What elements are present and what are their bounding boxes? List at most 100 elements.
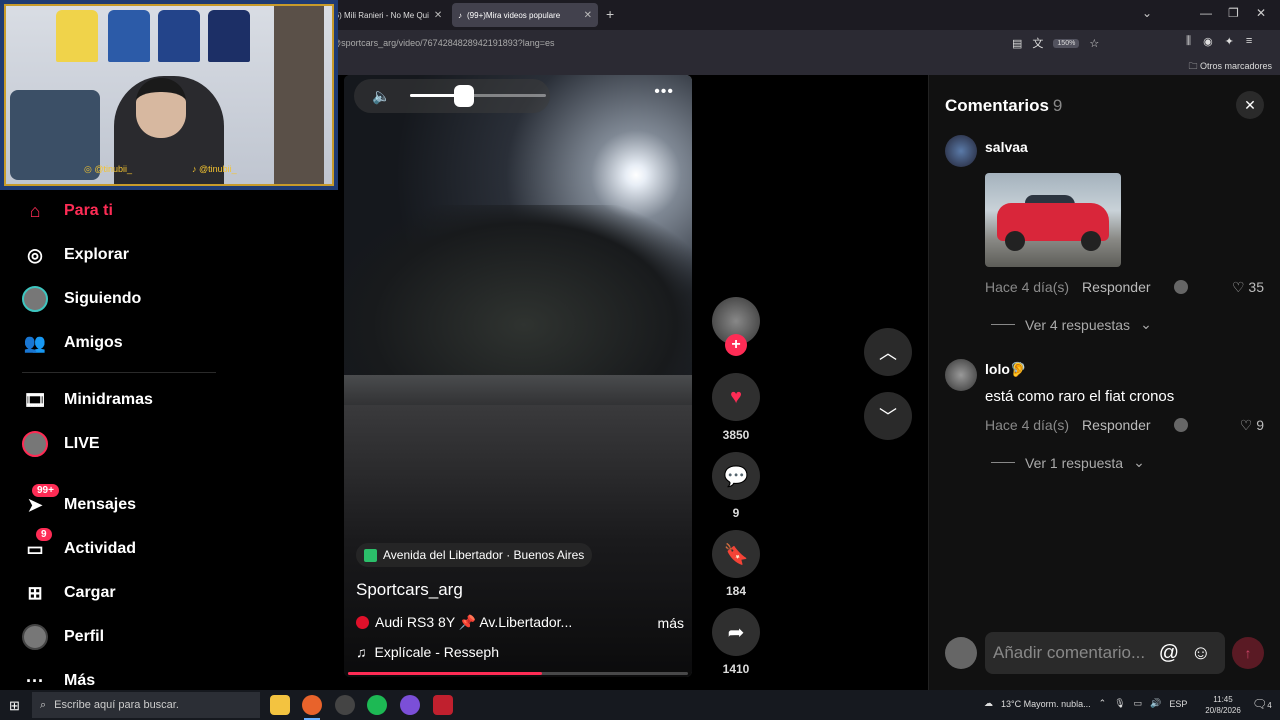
video-author[interactable]: Sportcars_arg [356, 580, 463, 600]
weather-icon: ☁ [984, 698, 993, 708]
menu-icon[interactable]: ≡ [1246, 35, 1252, 48]
voicemeeter-icon[interactable] [433, 695, 453, 715]
more-caption-button[interactable]: más [658, 615, 684, 631]
messages-icon: ➤ 99+ [22, 484, 59, 518]
firefox-icon[interactable] [302, 695, 322, 720]
obs-icon[interactable] [335, 695, 355, 715]
sidebar-item-label: Actividad [64, 540, 137, 557]
bookmarks-folder-label: Otros marcadores [1199, 61, 1272, 71]
film-icon: 🎞 [23, 389, 47, 410]
comment-input[interactable]: Añadir comentario... @ ☺ [985, 632, 1225, 674]
previous-video-button[interactable]: ︿ [864, 328, 912, 376]
language-indicator[interactable]: ESP [1169, 699, 1187, 709]
close-comments-button[interactable]: ✕ [1236, 91, 1264, 119]
sidebar-item-cargar[interactable]: ⊞ Cargar [22, 580, 115, 606]
sidebar-item-amigos[interactable]: 👥 Amigos [22, 330, 123, 356]
discord-icon[interactable] [400, 695, 420, 715]
creator-liked-avatar [1173, 418, 1188, 432]
close-tab-icon[interactable]: ✕ [434, 10, 442, 21]
sidebar-item-live[interactable]: LIVE [22, 431, 100, 457]
chevron-up-icon[interactable]: ⌃ [1099, 698, 1107, 709]
video-player[interactable]: 🔈 ••• Avenida del Libertador · Buenos Ai… [344, 75, 692, 677]
browser-tab[interactable]: (6) Mili Ranieri - No Me Qui ✕ [326, 3, 446, 27]
close-tab-icon[interactable]: ✕ [584, 10, 592, 21]
windows-start-icon[interactable]: ⊞ [9, 698, 20, 714]
instagram-handle-text: @tinubii_ [94, 164, 133, 174]
comment-image[interactable] [985, 173, 1121, 267]
taskbar-search[interactable]: ⌕ Escribe aquí para buscar. [32, 692, 260, 718]
sidebar-item-mensajes[interactable]: ➤ 99+ Mensajes [22, 484, 136, 518]
account-icon[interactable]: ◉ [1203, 35, 1213, 48]
commenter-avatar[interactable] [945, 359, 977, 391]
comment-like[interactable]: ♡ 9 [1240, 417, 1264, 434]
list-tabs-icon[interactable]: ⌄ [1142, 6, 1152, 20]
more-options-icon[interactable]: ••• [654, 83, 674, 101]
comment-like-count: 9 [1256, 417, 1264, 433]
sidebar-item-para-ti[interactable]: ⌂ Para ti [22, 198, 113, 224]
comment-count: 9 [732, 506, 740, 520]
send-comment-button[interactable]: ↑ [1232, 637, 1264, 669]
follow-button[interactable]: + [725, 334, 747, 356]
comment-button[interactable]: 💬 [712, 452, 760, 500]
user-avatar [945, 637, 977, 669]
close-window-icon[interactable]: ✕ [1256, 6, 1266, 20]
microphone-icon[interactable]: 🎙 [1114, 698, 1125, 709]
volume-knob[interactable] [454, 85, 475, 107]
file-explorer-icon[interactable] [270, 695, 290, 715]
view-replies-button[interactable]: Ver 4 respuestas ⌄ [991, 316, 1152, 333]
sidebar-item-label: Siguiendo [64, 290, 142, 307]
comment-text: está como raro el fiat cronos [985, 388, 1175, 405]
share-button[interactable]: ➦ [712, 608, 760, 656]
taskbar-clock[interactable]: 11:45 20/8/2026 [1200, 694, 1246, 716]
new-tab-icon[interactable]: + [606, 6, 614, 22]
like-button[interactable]: ♥ [712, 373, 760, 421]
other-bookmarks-folder[interactable]: 🗀 Otros marcadores [1188, 59, 1272, 75]
save-button[interactable]: 🔖 [712, 530, 760, 578]
music-info[interactable]: ♫ Explícale - Resseph [356, 644, 499, 660]
minimize-icon[interactable]: — [1200, 6, 1212, 20]
live-icon [22, 431, 48, 457]
sidebar-item-perfil[interactable]: Perfil [22, 624, 104, 650]
reply-button[interactable]: Responder [1082, 417, 1151, 433]
sidebar-item-minidramas[interactable]: 🎞 Minidramas [22, 387, 153, 413]
translate-icon[interactable]: 文 [1032, 35, 1043, 51]
notifications-icon[interactable]: 🗨4 [1252, 697, 1272, 711]
video-progress-bar[interactable] [348, 672, 688, 675]
location-tag[interactable]: Avenida del Libertador · Buenos Aires [356, 543, 593, 567]
reader-view-icon[interactable]: ▤ [1012, 37, 1022, 50]
speaker-icon[interactable]: 🔊 [1150, 698, 1161, 709]
sidebar-item-actividad[interactable]: ▭ 9 Actividad [22, 528, 137, 562]
emoji-icon[interactable]: ☺ [1191, 642, 1211, 665]
caption-text: Audi RS3 8Y 📌 Av.Libertador... [375, 614, 573, 630]
volume-slider[interactable] [410, 85, 546, 107]
view-replies-label: Ver 1 respuesta [1025, 454, 1124, 471]
reply-button[interactable]: Responder [1082, 279, 1151, 295]
spotify-icon[interactable] [367, 695, 387, 715]
address-field[interactable]: m/@sportcars_arg/video/76742848289421918… [322, 38, 555, 48]
sidebar-item-explorar[interactable]: ◎ Explorar [22, 242, 129, 268]
commenter-avatar[interactable] [945, 135, 977, 167]
creator-liked-avatar [1173, 280, 1188, 294]
comment-like[interactable]: ♡ 35 [1232, 279, 1264, 296]
network-icon[interactable]: ▭ [1134, 698, 1143, 709]
clock-time: 11:45 [1213, 695, 1233, 704]
next-video-button[interactable]: ﹀ [864, 392, 912, 440]
commenter-name[interactable]: lolo🦻 [985, 361, 1027, 378]
extensions-icon[interactable]: ✦ [1225, 35, 1234, 48]
bookmark-star-icon[interactable]: ☆ [1089, 37, 1099, 50]
restore-icon[interactable]: ❐ [1228, 6, 1239, 20]
chevron-up-icon: ︿ [879, 343, 897, 363]
mention-icon[interactable]: @ [1159, 642, 1179, 665]
zoom-level[interactable]: 150% [1053, 38, 1080, 48]
weather-text[interactable]: 13°C Mayorm. nubla... [1001, 699, 1091, 709]
commenter-name[interactable]: salvaa [985, 139, 1028, 155]
windows-taskbar: ⊞ ⌕ Escribe aquí para buscar. ☁ 13°C May… [0, 690, 1280, 720]
speaker-icon[interactable]: 🔈 [372, 87, 391, 105]
library-icon[interactable]: ⫼ [1186, 35, 1191, 48]
view-replies-button[interactable]: Ver 1 respuesta ⌄ [991, 454, 1145, 471]
sidebar-item-siguiendo[interactable]: Siguiendo [22, 286, 141, 312]
comment-time: Hace 4 día(s) [985, 279, 1070, 295]
toolbar-icons: ⫼ ◉ ✦ ≡ [1186, 35, 1252, 48]
activity-icon: ▭ 9 [22, 528, 52, 562]
browser-tab-active[interactable]: ♪ (99+)Mira videos populare ✕ [452, 3, 598, 27]
